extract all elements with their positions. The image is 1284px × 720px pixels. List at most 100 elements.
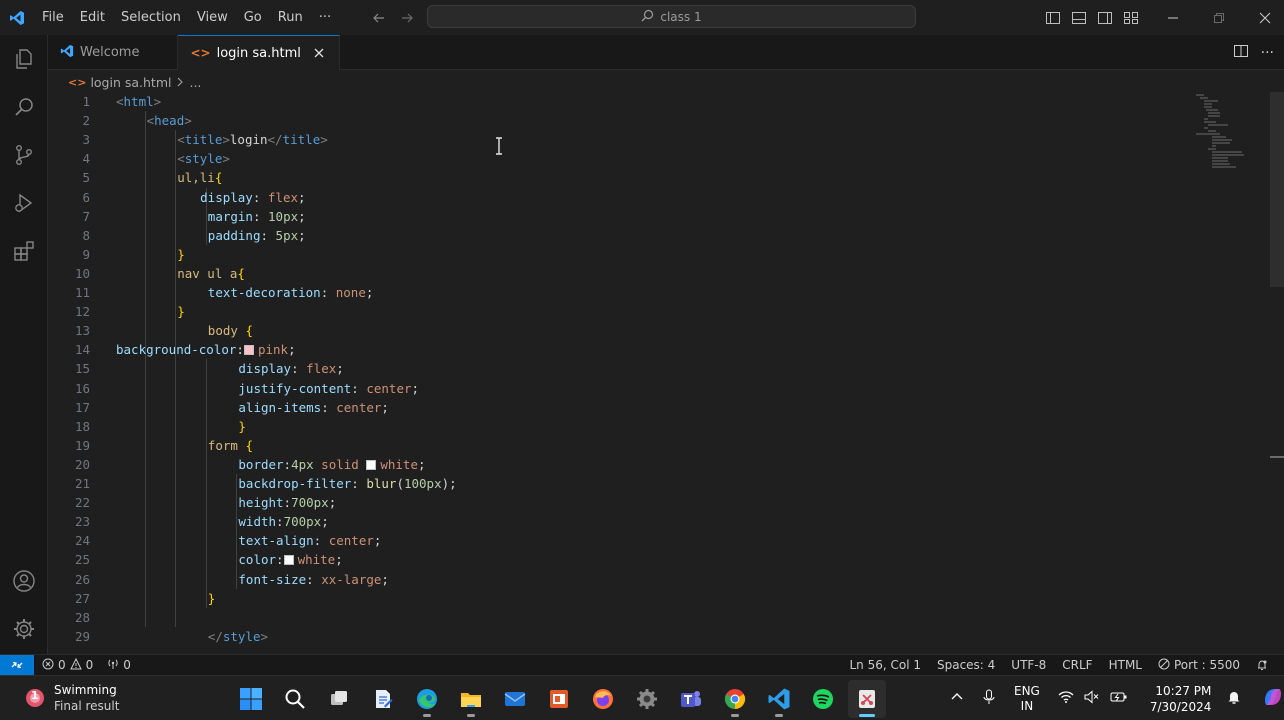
wifi-icon[interactable] bbox=[1058, 690, 1074, 707]
file-explorer-icon[interactable] bbox=[452, 680, 490, 718]
more-actions-icon[interactable]: ··· bbox=[1261, 45, 1274, 61]
live-server-port[interactable]: Port : 5500 bbox=[1158, 658, 1240, 673]
close-icon[interactable] bbox=[311, 45, 327, 61]
breadcrumb-more[interactable]: ... bbox=[189, 75, 201, 90]
code-line[interactable]: 4 <style> bbox=[48, 149, 1188, 168]
code-line[interactable]: 20 border:4px solid white; bbox=[48, 455, 1188, 474]
customize-layout-icon[interactable] bbox=[1122, 9, 1140, 27]
minimap[interactable] bbox=[1190, 92, 1260, 172]
code-line[interactable]: 9} bbox=[48, 245, 1188, 264]
toggle-primary-sidebar-icon[interactable] bbox=[1044, 9, 1062, 27]
code-line[interactable]: 2 <head> bbox=[48, 111, 1188, 130]
language-mode[interactable]: HTML bbox=[1109, 658, 1142, 672]
firefox-browser-icon[interactable] bbox=[584, 680, 622, 718]
tab-welcome[interactable]: Welcome bbox=[48, 35, 179, 70]
code-editor[interactable]: 1 <html> 2 <head> 3 <title>login</title> 4 <sty… bbox=[48, 92, 1268, 654]
task-view-icon[interactable] bbox=[320, 680, 358, 718]
code-line[interactable]: 29 </style> bbox=[48, 627, 1188, 646]
show-hidden-icons-chevron-up-icon[interactable] bbox=[950, 690, 964, 707]
menu-go[interactable]: Go bbox=[236, 0, 270, 35]
color-swatch[interactable] bbox=[243, 345, 254, 356]
ports-indicator[interactable]: 0 bbox=[107, 658, 131, 673]
code-line[interactable]: 21 backdrop-filter: blur(100px); bbox=[48, 474, 1188, 493]
powerpoint-app-icon[interactable] bbox=[540, 680, 578, 718]
color-swatch[interactable] bbox=[283, 555, 294, 566]
notification-bell-icon[interactable] bbox=[1227, 689, 1241, 708]
toggle-secondary-sidebar-icon[interactable] bbox=[1096, 9, 1114, 27]
code-line[interactable]: 25 color: white; bbox=[48, 550, 1188, 569]
accounts-icon[interactable] bbox=[0, 557, 48, 605]
notifications-bell-icon[interactable] bbox=[1256, 659, 1268, 671]
code-line[interactable]: 16 justify-content: center; bbox=[48, 379, 1188, 398]
code-line[interactable]: 17 align-items: center; bbox=[48, 398, 1188, 417]
code-line[interactable]: 3 <title>login</title> bbox=[48, 130, 1188, 149]
copilot-icon[interactable] bbox=[1261, 685, 1284, 712]
remote-indicator-icon[interactable] bbox=[0, 655, 34, 675]
mail-app-icon[interactable] bbox=[496, 680, 534, 718]
encoding[interactable]: UTF-8 bbox=[1011, 658, 1046, 672]
menu-edit[interactable]: Edit bbox=[72, 0, 113, 35]
code-line[interactable]: 11 text-decoration: none; bbox=[48, 283, 1188, 302]
vscode-app-icon[interactable] bbox=[760, 680, 798, 718]
problems-indicator[interactable]: 0 0 bbox=[42, 657, 93, 673]
line-ending[interactable]: CRLF bbox=[1062, 658, 1092, 672]
toggle-panel-icon[interactable] bbox=[1070, 9, 1088, 27]
code-line[interactable]: 7 margin: 10px; bbox=[48, 207, 1188, 226]
breadcrumb-file[interactable]: login sa.html bbox=[90, 75, 171, 90]
forward-arrow-icon[interactable] bbox=[398, 9, 416, 27]
code-line[interactable]: 15 display: flex; bbox=[48, 359, 1188, 378]
volume-muted-icon[interactable] bbox=[1084, 690, 1100, 707]
spotify-app-icon[interactable] bbox=[804, 680, 842, 718]
battery-charging-icon[interactable] bbox=[1110, 690, 1128, 707]
microphone-icon[interactable] bbox=[982, 689, 996, 708]
windows-start-icon[interactable] bbox=[232, 680, 270, 718]
menu-view[interactable]: View bbox=[189, 0, 236, 35]
menu-more[interactable]: ··· bbox=[311, 0, 339, 35]
code-line[interactable]: 19 form { bbox=[48, 436, 1188, 455]
code-line[interactable]: 14 background-color: pink; bbox=[48, 340, 1188, 359]
menu-file[interactable]: File bbox=[34, 0, 72, 35]
code-line[interactable]: 22 height:700px; bbox=[48, 493, 1188, 512]
settings-app-icon[interactable] bbox=[628, 680, 666, 718]
cursor-position[interactable]: Ln 56, Col 1 bbox=[849, 658, 921, 672]
notepad-app-icon[interactable] bbox=[364, 680, 402, 718]
settings-gear-icon[interactable] bbox=[0, 605, 48, 653]
code-line[interactable]: 8 padding: 5px; bbox=[48, 226, 1188, 245]
code-line[interactable]: 13 body { bbox=[48, 321, 1188, 340]
code-line[interactable]: 26 font-size: xx-large; bbox=[48, 570, 1188, 589]
code-line[interactable]: 6 display: flex; bbox=[48, 188, 1188, 207]
tab-login-sa-html[interactable]: <> login sa.html bbox=[178, 35, 340, 70]
edge-browser-icon[interactable] bbox=[408, 680, 446, 718]
explorer-icon[interactable] bbox=[0, 35, 48, 83]
code-line[interactable]: 27} bbox=[48, 589, 1188, 608]
input-language[interactable]: ENG IN bbox=[1014, 684, 1040, 714]
run-debug-icon[interactable] bbox=[0, 179, 48, 227]
clock[interactable]: 10:27 PM 7/30/2024 bbox=[1150, 683, 1212, 715]
snipping-tool-icon[interactable] bbox=[848, 679, 886, 718]
code-line[interactable]: 10 nav ul a{ bbox=[48, 264, 1188, 283]
code-line[interactable]: 24 text-align: center; bbox=[48, 531, 1188, 550]
source-control-icon[interactable] bbox=[0, 131, 48, 179]
back-arrow-icon[interactable] bbox=[370, 9, 388, 27]
chrome-browser-icon[interactable] bbox=[716, 680, 754, 718]
menu-run[interactable]: Run bbox=[270, 0, 311, 35]
color-swatch[interactable] bbox=[366, 459, 377, 470]
code-line[interactable]: 18} bbox=[48, 417, 1188, 436]
restore-icon[interactable] bbox=[1196, 0, 1242, 35]
taskbar-search-icon[interactable] bbox=[276, 680, 314, 718]
code-line[interactable]: 5 ul,li{ bbox=[48, 168, 1188, 187]
command-center-search[interactable]: class 1 bbox=[427, 5, 916, 28]
extensions-icon[interactable] bbox=[0, 227, 48, 275]
teams-app-icon[interactable] bbox=[672, 680, 710, 718]
split-editor-icon[interactable] bbox=[1233, 43, 1249, 63]
code-line[interactable]: 12} bbox=[48, 302, 1188, 321]
minimize-icon[interactable] bbox=[1150, 0, 1196, 35]
code-line[interactable]: 28 bbox=[48, 608, 1188, 627]
menu-selection[interactable]: Selection bbox=[113, 0, 189, 35]
code-line[interactable]: 23 width:700px; bbox=[48, 512, 1188, 531]
search-sidebar-icon[interactable] bbox=[0, 83, 48, 131]
indentation[interactable]: Spaces: 4 bbox=[937, 658, 995, 672]
close-window-icon[interactable] bbox=[1242, 0, 1284, 35]
vertical-scrollbar[interactable] bbox=[1270, 92, 1284, 287]
widgets-news[interactable]: 1 Swimming Final result bbox=[24, 682, 119, 714]
